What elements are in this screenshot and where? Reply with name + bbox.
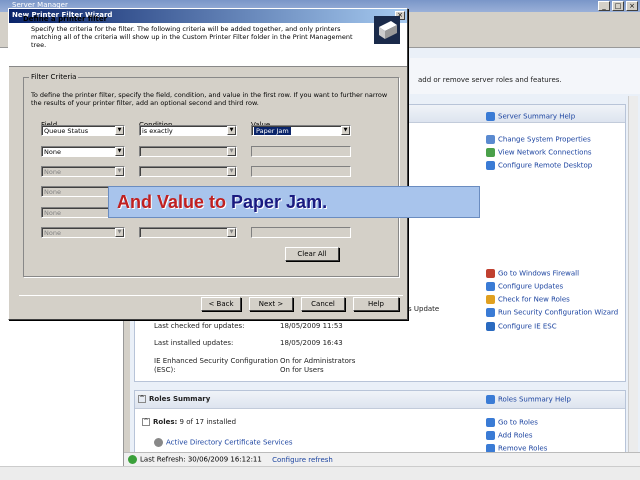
- maximize-button[interactable]: □: [612, 1, 624, 11]
- go-to-roles-link[interactable]: Go to Roles: [486, 418, 538, 427]
- last-checked-value: 18/05/2009 11:53: [280, 322, 343, 330]
- collapse-icon[interactable]: ^: [142, 418, 150, 426]
- minimize-button[interactable]: _: [598, 1, 610, 11]
- chevron-down-icon: ▼: [227, 228, 236, 237]
- roles-summary-help-link[interactable]: Roles Summary Help: [486, 395, 571, 404]
- help-icon: [486, 395, 495, 404]
- wizard-description: Specify the criteria for the filter. The…: [31, 25, 353, 49]
- status-bar: Last Refresh: 30/06/2009 16:12:11 Config…: [124, 452, 640, 466]
- printer-icon: [374, 16, 400, 44]
- view-network-connections-link[interactable]: View Network Connections: [486, 148, 592, 157]
- check-new-roles-link[interactable]: Check for New Roles: [486, 295, 570, 304]
- tutorial-caption: And Value to Paper Jam.: [108, 186, 480, 218]
- updates-icon: [486, 282, 495, 291]
- last-refresh-text: Last Refresh: 30/06/2009 16:12:11: [140, 455, 262, 464]
- help-icon: [486, 112, 495, 121]
- condition-dropdown-2[interactable]: ▼: [139, 146, 237, 157]
- run-security-wizard-link[interactable]: Run Security Configuration Wizard: [486, 308, 618, 317]
- role-icon: [154, 438, 163, 447]
- ie-esc-label-1: IE Enhanced Security Configuration: [154, 357, 279, 365]
- caption-part-2: Paper Jam.: [231, 192, 328, 212]
- chevron-down-icon: ▼: [115, 126, 124, 135]
- field-dropdown-2[interactable]: None ▼: [41, 146, 125, 157]
- vertical-scrollbar[interactable]: [628, 96, 638, 452]
- go-to-firewall-link[interactable]: Go to Windows Firewall: [486, 269, 579, 278]
- roles-count: ^ Roles: 9 of 17 installed: [142, 418, 237, 426]
- add-icon: [486, 431, 495, 440]
- firewall-icon: [486, 269, 495, 278]
- chevron-down-icon: ▼: [341, 126, 350, 135]
- ie-icon: [486, 322, 495, 331]
- condition-dropdown-3[interactable]: ▼: [139, 166, 237, 177]
- wizard-heading: Define a printer filter: [23, 15, 108, 23]
- role-item-adcs[interactable]: Active Directory Certificate Services: [154, 438, 292, 447]
- configure-refresh-link[interactable]: Configure refresh: [272, 456, 333, 464]
- last-installed-value: 18/05/2009 16:43: [280, 339, 343, 347]
- updates-partial-text: s Update: [408, 305, 440, 313]
- configure-remote-desktop-link[interactable]: Configure Remote Desktop: [486, 161, 592, 170]
- filter-criteria-group: [23, 77, 399, 277]
- value-field-6[interactable]: [251, 227, 351, 238]
- chevron-down-icon: ▼: [115, 228, 124, 237]
- condition-dropdown-1[interactable]: is exactly ▼: [139, 125, 237, 136]
- back-button[interactable]: < Back: [201, 297, 241, 311]
- server-summary-help-link[interactable]: Server Summary Help: [486, 112, 575, 121]
- add-roles-link[interactable]: Add Roles: [486, 431, 533, 440]
- remote-desktop-icon: [486, 161, 495, 170]
- chevron-down-icon: ▼: [115, 147, 124, 156]
- value-field-3[interactable]: [251, 166, 351, 177]
- configure-updates-link[interactable]: Configure Updates: [486, 282, 563, 291]
- intro-text: add or remove server roles and features.: [418, 76, 562, 84]
- roles-icon: [486, 418, 495, 427]
- network-icon: [486, 148, 495, 157]
- value-field-2[interactable]: [251, 146, 351, 157]
- caption-part-1: And Value to: [117, 192, 232, 212]
- field-dropdown-6[interactable]: None ▼: [41, 227, 125, 238]
- ie-esc-value-1: On for Administrators: [280, 357, 356, 365]
- chevron-down-icon: ▼: [227, 126, 236, 135]
- change-system-properties-link[interactable]: Change System Properties: [486, 135, 591, 144]
- help-button[interactable]: Help: [353, 297, 399, 311]
- computer-icon: [486, 135, 495, 144]
- chevron-down-icon: ▼: [227, 147, 236, 156]
- wizard-separator: [19, 295, 403, 296]
- configure-ie-esc-link[interactable]: Configure IE ESC: [486, 322, 557, 331]
- clear-all-button[interactable]: Clear All: [285, 247, 339, 261]
- last-installed-label: Last installed updates:: [154, 339, 234, 347]
- horizontal-scrollbar[interactable]: [0, 466, 640, 480]
- refresh-icon: [128, 455, 137, 464]
- chevron-down-icon: ▼: [115, 167, 124, 176]
- roles-summary-title[interactable]: ^ Roles Summary: [138, 395, 210, 403]
- field-dropdown-1[interactable]: Queue Status ▼: [41, 125, 125, 136]
- filter-criteria-description: To define the printer filter, specify th…: [31, 91, 388, 107]
- cancel-button[interactable]: Cancel: [301, 297, 345, 311]
- value-dropdown-1[interactable]: Paper Jam ▼: [251, 125, 351, 136]
- last-checked-label: Last checked for updates:: [154, 322, 245, 330]
- close-button[interactable]: ×: [626, 1, 638, 11]
- roles-icon: [486, 295, 495, 304]
- chevron-down-icon: ▼: [227, 167, 236, 176]
- ie-esc-label-2: (ESC):: [154, 366, 176, 374]
- security-wizard-icon: [486, 308, 495, 317]
- printer-filter-wizard: New Printer Filter Wizard × Define a pri…: [8, 8, 408, 320]
- collapse-icon[interactable]: ^: [138, 395, 146, 403]
- ie-esc-value-2: On for Users: [280, 366, 324, 374]
- field-dropdown-3[interactable]: None ▼: [41, 166, 125, 177]
- filter-criteria-title: Filter Criteria: [29, 73, 79, 81]
- condition-dropdown-6[interactable]: ▼: [139, 227, 237, 238]
- next-button[interactable]: Next >: [249, 297, 293, 311]
